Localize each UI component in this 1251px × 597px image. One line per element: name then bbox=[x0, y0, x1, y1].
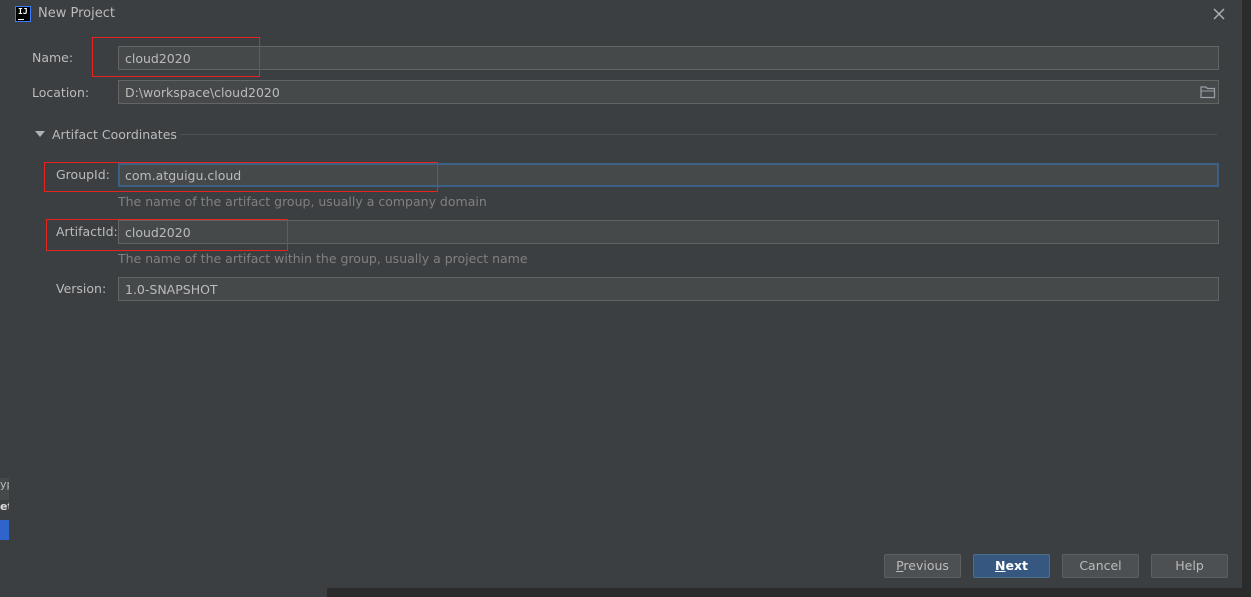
close-icon bbox=[1213, 8, 1225, 20]
dialog-title: New Project bbox=[38, 6, 115, 21]
background-ide-bottom-editor bbox=[327, 588, 1251, 597]
version-label: Version: bbox=[56, 281, 107, 296]
artifactid-label: ArtifactId: bbox=[56, 224, 118, 239]
name-label: Name: bbox=[32, 50, 74, 65]
version-input[interactable] bbox=[118, 277, 1219, 301]
help-button[interactable]: Help bbox=[1151, 554, 1228, 578]
dialog-titlebar: IJ New Project bbox=[9, 0, 1242, 30]
groupid-hint: The name of the artifact group, usually … bbox=[118, 194, 487, 209]
artifactid-hint: The name of the artifact within the grou… bbox=[118, 251, 528, 266]
close-button[interactable] bbox=[1209, 4, 1229, 24]
next-button[interactable]: Next bbox=[973, 554, 1050, 578]
location-label: Location: bbox=[32, 85, 90, 100]
background-row: et bbox=[0, 500, 9, 520]
background-row: yp bbox=[0, 478, 9, 500]
browse-folder-button[interactable] bbox=[1198, 83, 1218, 101]
next-mnemonic: N bbox=[995, 558, 1006, 573]
previous-button[interactable]: Previous bbox=[884, 554, 961, 578]
intellij-idea-icon: IJ bbox=[15, 6, 31, 22]
name-input[interactable] bbox=[118, 46, 1219, 70]
cancel-button[interactable]: Cancel bbox=[1062, 554, 1139, 578]
background-row-selected bbox=[0, 520, 9, 540]
previous-label: revious bbox=[903, 558, 949, 573]
groupid-label: GroupId: bbox=[56, 167, 110, 182]
location-input[interactable] bbox=[118, 80, 1219, 104]
new-project-dialog: IJ New Project Name: Location: Artifact … bbox=[9, 0, 1243, 588]
section-title: Artifact Coordinates bbox=[52, 127, 177, 142]
section-divider bbox=[180, 134, 1217, 135]
groupid-input[interactable] bbox=[118, 163, 1219, 187]
next-label: ext bbox=[1005, 558, 1028, 573]
folder-icon bbox=[1200, 86, 1216, 99]
triangle-down-icon bbox=[35, 131, 45, 137]
artifactid-input[interactable] bbox=[118, 220, 1219, 244]
